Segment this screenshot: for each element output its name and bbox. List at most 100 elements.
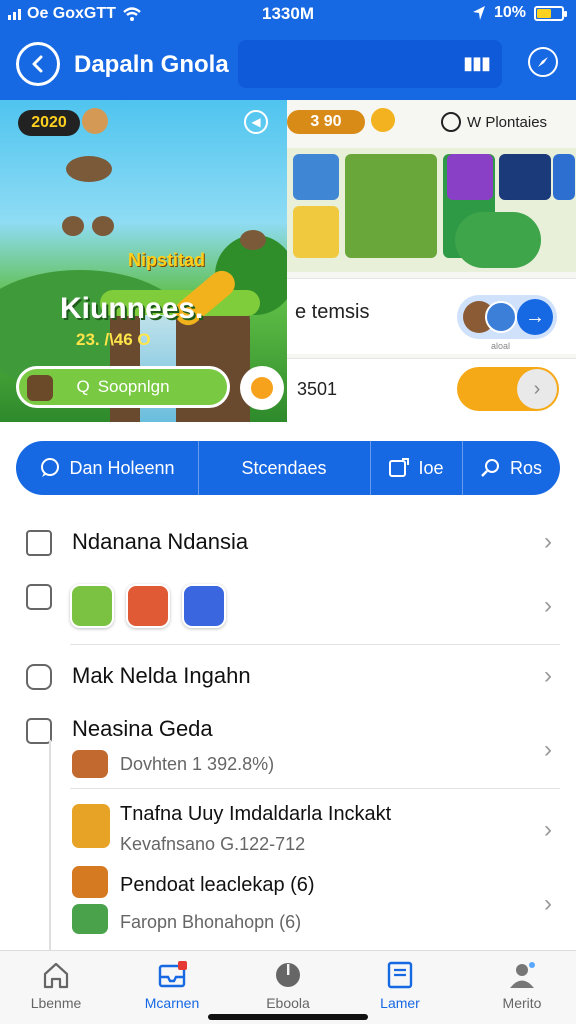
game-tile[interactable] <box>499 154 551 200</box>
critter-character <box>240 230 266 250</box>
segment-chat[interactable]: Dan Holeenn <box>16 441 198 495</box>
segment-label: Dan Holeenn <box>69 457 175 478</box>
list-item[interactable]: › <box>0 578 576 638</box>
list-item[interactable]: Ndanana Ndansia › <box>0 520 576 564</box>
nav-item-clock[interactable]: Eboola <box>240 961 336 1011</box>
compass-button[interactable] <box>528 47 558 77</box>
grid-icon[interactable]: ▮▮▮ <box>463 53 491 74</box>
segment-edit[interactable]: Ioe <box>370 441 462 495</box>
game-thumbnail <box>72 866 108 898</box>
hero-title: Kiunnees. <box>60 292 204 325</box>
game-logo: Nipstitad <box>128 250 206 270</box>
feature-toggle[interactable]: › <box>457 367 559 411</box>
critter-character <box>62 216 84 236</box>
search-icon: Q <box>76 377 90 396</box>
arrow-right-icon[interactable]: → <box>517 299 553 335</box>
coin-icon <box>371 108 395 132</box>
list-item-title: Neasina Geda <box>72 716 213 741</box>
list-item-title: Tnafna Uuy Imdaldarla Inckakt <box>120 803 392 825</box>
hero-search-button[interactable]: Q Soopnlgn <box>16 366 230 408</box>
game-tile[interactable] <box>447 154 493 200</box>
nav-item-inbox[interactable]: Mcarnen <box>124 961 220 1011</box>
bottom-nav: Lbenme Mcarnen Eboola Lamer Merito <box>0 950 576 1024</box>
friends-caption: aloal <box>491 341 511 351</box>
chevron-right-icon: › <box>544 592 552 619</box>
search-icon <box>481 459 499 477</box>
list-item-title: Pendoat leaclekap (6) <box>120 874 315 896</box>
panel-header[interactable]: W Plontaies <box>441 112 547 132</box>
game-tile[interactable] <box>345 154 437 258</box>
list-item[interactable]: Mak Nelda Ingahn › <box>0 654 576 698</box>
hero-search-label: Soopnlgn <box>97 377 170 396</box>
edit-icon <box>389 458 410 477</box>
note-icon <box>26 584 52 610</box>
nav-label: Lamer <box>380 995 420 1011</box>
app-icon <box>70 584 114 628</box>
critter-character <box>92 216 114 236</box>
battery-percent: 10% <box>493 4 526 21</box>
nav-item-profile[interactable]: Merito <box>474 961 570 1011</box>
divider <box>70 644 560 645</box>
game-grid <box>287 148 576 272</box>
coin-counter: 2020 <box>18 110 80 136</box>
app-icon <box>126 584 170 628</box>
segmented-control: Dan Holeenn Stcendaes Ioe Ros <box>16 441 560 495</box>
game-thumbnail <box>72 904 108 934</box>
segment-label: Stcendaes <box>241 457 327 478</box>
chevron-right-icon: › <box>544 662 552 689</box>
list-item[interactable]: Tnafna Uuy Imdaldarla Inckakt Kevafnsano… <box>0 800 576 860</box>
chevron-right-icon: › <box>544 528 552 555</box>
home-icon <box>43 962 69 989</box>
coin-counter: 3 90 <box>287 110 365 134</box>
list-item-subtitle: Faropn Bhonahopn (6) <box>120 912 302 932</box>
home-indicator[interactable] <box>208 1014 368 1020</box>
home-icon <box>26 530 52 556</box>
game-tile[interactable] <box>293 206 339 258</box>
game-character <box>455 212 541 268</box>
nav-item-document[interactable]: Lamer <box>352 961 448 1011</box>
list-item[interactable]: Neasina Geda Dovhten 1 392.8%) › <box>0 712 576 784</box>
featured-panel: 3 90 W Plontaies e temsis → aloal 3501 › <box>287 100 576 422</box>
document-icon <box>387 961 413 989</box>
list-item-subtitle: Kevafnsano G.122-712 <box>120 834 306 854</box>
friends-pill[interactable]: → <box>457 295 557 339</box>
nav-label: Merito <box>502 995 542 1011</box>
segment-search[interactable]: Ros <box>462 441 560 495</box>
segment-label: Ros <box>509 457 542 478</box>
game-tile[interactable] <box>553 154 575 200</box>
reward-button[interactable] <box>240 366 284 410</box>
back-button[interactable] <box>16 42 60 86</box>
app-bar: Dapaln Gnola ▮▮▮ <box>0 28 576 100</box>
close-icon[interactable]: ◀ <box>244 110 268 134</box>
chevron-right-icon: › <box>544 890 552 917</box>
mascot-icon <box>82 108 108 134</box>
nav-label: Mcarnen <box>144 995 200 1011</box>
inbox-icon <box>158 961 187 988</box>
list-item-title: Ndanana Ndansia <box>72 529 249 554</box>
critter-character <box>66 156 112 182</box>
toggle-label: 3501 <box>297 379 338 399</box>
app-icon <box>182 584 226 628</box>
smiley-icon <box>26 664 52 690</box>
chat-icon <box>41 458 60 477</box>
segment-standards[interactable]: Stcendaes <box>198 441 370 495</box>
profile-icon <box>510 962 535 988</box>
chevron-left-icon <box>32 55 43 73</box>
nav-item-home[interactable]: Lbenme <box>8 961 104 1011</box>
toggle-row: 3501 › <box>287 358 576 422</box>
game-tile[interactable] <box>293 154 339 200</box>
compass-icon <box>538 57 548 67</box>
location-icon <box>472 6 485 20</box>
game-thumbnail <box>72 750 108 778</box>
list-item[interactable]: Pendoat leaclekap (6) Faropn Bhonahopn (… <box>0 864 576 944</box>
clock-icon <box>276 963 300 987</box>
avatar <box>27 375 53 401</box>
friends-row[interactable]: e temsis → aloal <box>287 278 576 354</box>
status-bar: Oe GoxGTT 1330M 10% <box>0 0 576 28</box>
nav-label: Lbenme <box>30 995 82 1011</box>
gear-icon <box>251 377 273 399</box>
list-item-title: Mak Nelda Ingahn <box>72 663 251 688</box>
hero-subtitle: 23. /\46 O <box>76 330 151 349</box>
list-item-subtitle: Dovhten 1 392.8%) <box>120 754 275 774</box>
search-bar[interactable]: ▮▮▮ <box>238 40 502 88</box>
